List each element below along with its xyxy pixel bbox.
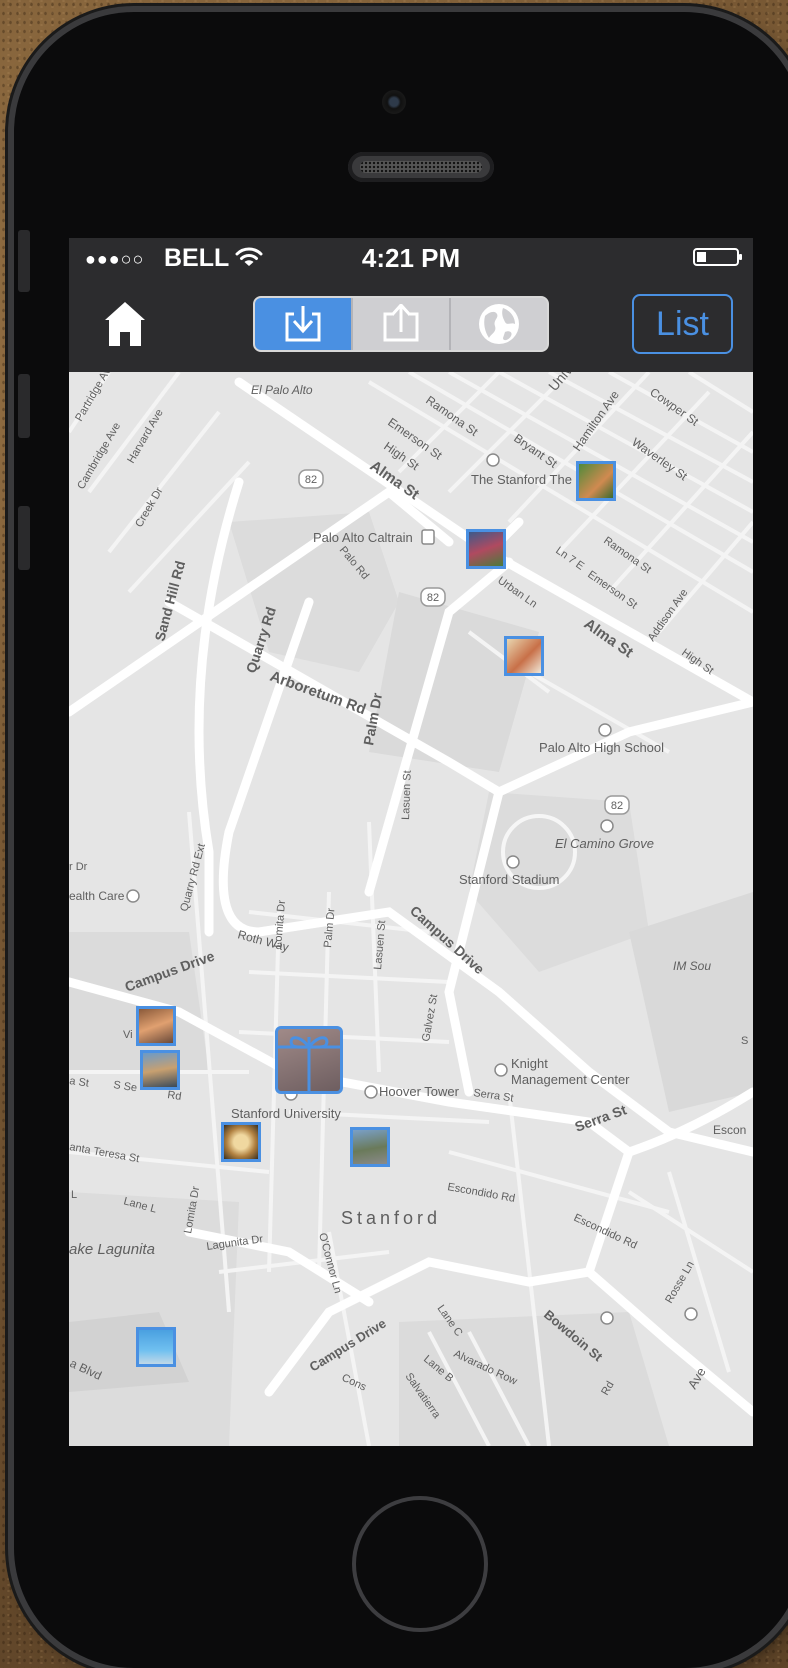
label-palo-alto-high-school: Palo Alto High School bbox=[539, 740, 664, 755]
front-camera bbox=[382, 90, 406, 114]
label-knight: Knight bbox=[511, 1056, 548, 1071]
list-button[interactable]: List bbox=[632, 294, 733, 354]
volume-up-button bbox=[18, 374, 30, 438]
globe-icon bbox=[479, 304, 519, 344]
map-canvas: 82 82 82 El Palo Alto Emerson St Ramona … bbox=[69, 372, 753, 1446]
upload-icon bbox=[383, 304, 419, 342]
label-stanford: Stanford bbox=[341, 1208, 441, 1228]
label-health-care: ealth Care bbox=[69, 889, 125, 903]
label-management-center: Management Center bbox=[511, 1072, 630, 1087]
route-82-shield-2: 82 bbox=[427, 592, 439, 604]
home-icon[interactable] bbox=[103, 300, 147, 348]
label-lake-lagunita: ake Lagunita bbox=[69, 1241, 155, 1258]
home-button[interactable] bbox=[352, 1496, 488, 1632]
segment-global[interactable] bbox=[451, 298, 547, 350]
photo-pin-woman[interactable] bbox=[136, 1006, 176, 1046]
label-via: Vi bbox=[123, 1029, 133, 1041]
gift-pin[interactable] bbox=[275, 1026, 343, 1094]
label-stanford-university: Stanford University bbox=[231, 1106, 341, 1121]
photo-pin-fountain[interactable] bbox=[350, 1127, 390, 1167]
photo-pin-beach[interactable] bbox=[136, 1327, 176, 1367]
label-stanford-theatre: The Stanford The bbox=[471, 472, 572, 487]
screen: ●●●○○ BELL 4:21 PM List 82 82 82 El Palo… bbox=[69, 238, 753, 1446]
label-el-camino-grove: El Camino Grove bbox=[555, 836, 654, 851]
route-82-shield: 82 bbox=[305, 474, 317, 486]
photo-pin-couple[interactable] bbox=[140, 1050, 180, 1090]
route-82-shield-3: 82 bbox=[611, 800, 623, 812]
gift-icon bbox=[278, 1036, 340, 1091]
photo-pin-theatre[interactable] bbox=[576, 461, 616, 501]
label-palo-alto-caltrain: Palo Alto Caltrain bbox=[313, 530, 413, 545]
map-mode-segmented-control bbox=[253, 296, 549, 352]
label-lasuen-st: Lasuen St bbox=[400, 770, 414, 820]
download-icon bbox=[285, 306, 321, 342]
photo-pin-children[interactable] bbox=[466, 529, 506, 569]
label-el-palo-alto: El Palo Alto bbox=[251, 383, 313, 397]
segment-received[interactable] bbox=[255, 298, 353, 350]
label-im-sports: IM Sou bbox=[673, 959, 711, 973]
segment-sent[interactable] bbox=[353, 298, 451, 350]
volume-down-button bbox=[18, 506, 30, 570]
label-r-dr: r Dr bbox=[69, 861, 88, 873]
label-hoover-tower: Hoover Tower bbox=[379, 1084, 460, 1099]
label-stanford-stadium: Stanford Stadium bbox=[459, 872, 559, 887]
label-rd-suffix: Rd bbox=[167, 1089, 183, 1103]
label-s: S bbox=[741, 1035, 748, 1047]
status-bar: ●●●○○ BELL 4:21 PM bbox=[69, 238, 753, 278]
photo-pin-food[interactable] bbox=[504, 636, 544, 676]
nav-bar: List bbox=[69, 278, 753, 372]
map-view[interactable]: 82 82 82 El Palo Alto Emerson St Ramona … bbox=[69, 372, 753, 1446]
label-l: L bbox=[71, 1189, 77, 1201]
photo-pin-dumplings[interactable] bbox=[221, 1122, 261, 1162]
label-escondido-village: Escon bbox=[713, 1123, 746, 1137]
battery-icon bbox=[693, 248, 742, 266]
mute-switch bbox=[18, 230, 30, 292]
earpiece-speaker bbox=[348, 152, 494, 182]
status-time: 4:21 PM bbox=[361, 243, 461, 273]
